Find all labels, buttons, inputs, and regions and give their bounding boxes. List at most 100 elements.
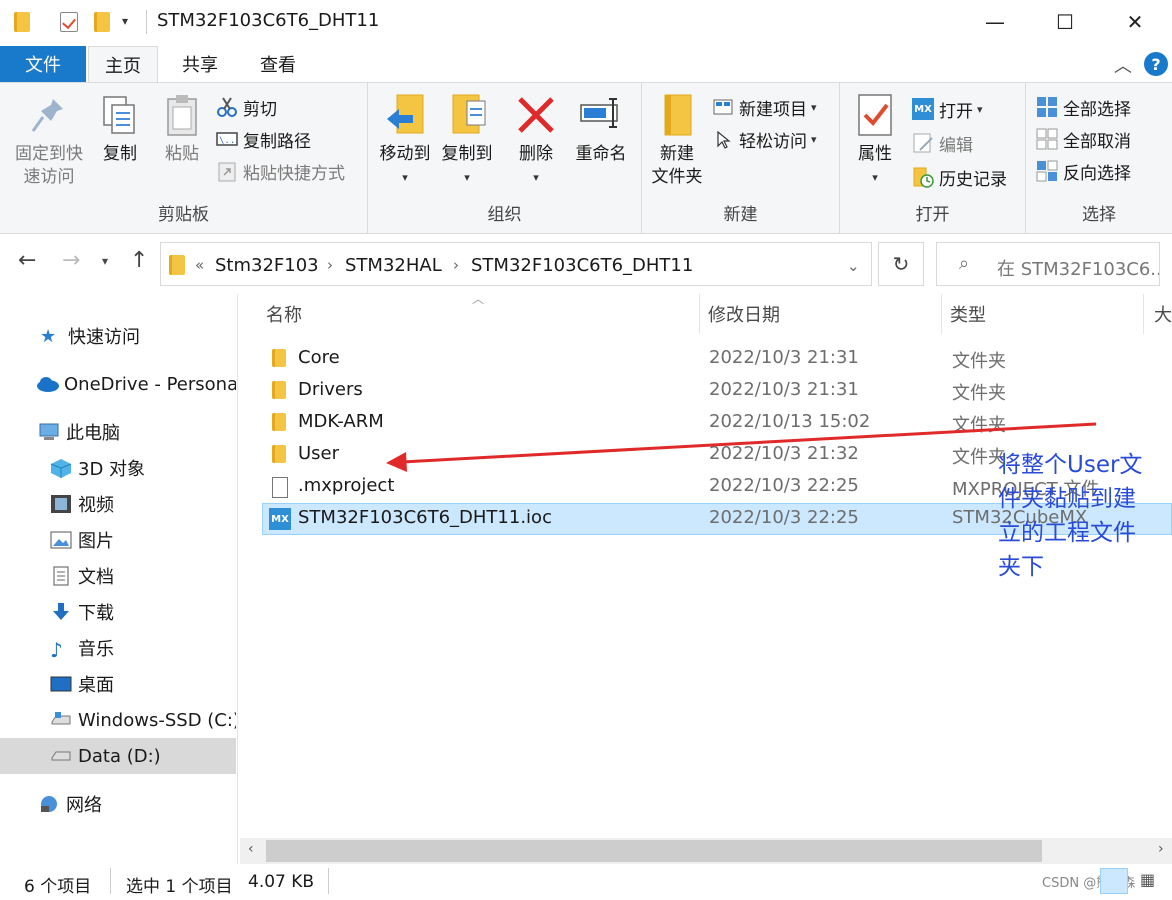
column-header-name[interactable]: 名称 (240, 294, 700, 334)
search-icon: ⌕ (959, 253, 970, 274)
minimize-button[interactable]: — (960, 0, 1030, 44)
history-button[interactable]: 历史记录 (912, 161, 1007, 193)
breadcrumb-stm32f103[interactable]: Stm32F103 (215, 255, 319, 276)
mx-icon: MX (269, 508, 291, 530)
breadcrumb-separator-icon[interactable]: › (453, 256, 459, 274)
address-dropdown-chevron-icon[interactable]: ⌄ (847, 257, 860, 275)
nav-item-data-d[interactable]: Data (D:) (0, 738, 236, 774)
nav-item-downloads[interactable]: 下载 (0, 594, 236, 630)
refresh-button[interactable]: ↻ (878, 242, 924, 286)
address-bar[interactable]: « Stm32F103 › STM32HAL › STM32F103C6T6_D… (160, 242, 872, 286)
tab-home[interactable]: 主页 (88, 46, 158, 82)
title-separator (146, 10, 147, 34)
scroll-left-arrow-icon[interactable]: ‹ (248, 841, 254, 857)
paste-shortcut-button[interactable]: 粘贴快捷方式 (216, 155, 345, 187)
folder-icon (169, 255, 185, 275)
network-icon (38, 794, 60, 814)
edit-label: 编辑 (939, 135, 973, 156)
paste-shortcut-icon (216, 160, 238, 182)
file-row-core[interactable]: Core 2022/10/3 21:31 文件夹 (262, 343, 1172, 375)
column-header-size[interactable]: 大 (1144, 294, 1172, 334)
breadcrumb-stm32hal[interactable]: STM32HAL (345, 255, 442, 276)
new-folder-quick-icon[interactable] (94, 12, 110, 32)
up-arrow-icon[interactable]: ↑ (130, 248, 148, 273)
help-icon[interactable]: ? (1144, 52, 1168, 76)
file-row-mdk-arm[interactable]: MDK-ARM 2022/10/13 15:02 文件夹 (262, 407, 1172, 439)
file-date: 2022/10/3 21:31 (709, 379, 859, 400)
nav-label: 网络 (66, 795, 102, 816)
column-header-type[interactable]: 类型 (942, 294, 1144, 334)
search-box[interactable]: ⌕ 在 STM32F103C6... (936, 242, 1160, 286)
invert-selection-label: 反向选择 (1063, 163, 1131, 184)
invert-selection-button[interactable]: 反向选择 (1036, 155, 1131, 187)
drive-icon (50, 710, 72, 730)
edit-button[interactable]: 编辑 (912, 127, 973, 159)
status-separator (110, 868, 111, 894)
back-arrow-icon[interactable]: ← (18, 248, 36, 273)
move-to-button[interactable]: 移动到 ▾ (374, 91, 436, 189)
scroll-right-arrow-icon[interactable]: › (1158, 841, 1164, 857)
collapse-ribbon-chevron-icon[interactable]: ︿ (1114, 52, 1132, 78)
properties-chevron-icon: ▾ (872, 171, 878, 184)
nav-item-music[interactable]: ♪ 音乐 (0, 630, 236, 666)
nav-label: 桌面 (78, 675, 114, 696)
scrollbar-thumb[interactable] (266, 840, 1042, 862)
rename-button[interactable]: 重命名 (568, 91, 634, 166)
maximize-button[interactable]: ☐ (1030, 0, 1100, 44)
new-folder-button[interactable]: 新建 文件夹 (648, 91, 706, 189)
pin-icon (27, 91, 71, 141)
nav-item-onedrive[interactable]: OneDrive - Personal (0, 366, 236, 402)
nav-item-quick-access[interactable]: ★ 快速访问 (0, 318, 236, 354)
select-none-icon (1036, 128, 1058, 150)
nav-item-windows-ssd[interactable]: Windows-SSD (C:) (0, 702, 236, 738)
forward-arrow-icon[interactable]: → (62, 248, 80, 273)
overflow-crumb[interactable]: « (195, 256, 204, 274)
paste-button[interactable]: 粘贴 (158, 91, 206, 166)
picture-icon (50, 530, 72, 550)
history-icon (912, 166, 934, 188)
horizontal-scrollbar[interactable]: ‹ › (240, 838, 1172, 864)
properties-button[interactable]: 属性 ▾ (848, 91, 902, 189)
tab-file[interactable]: 文件 (0, 46, 86, 82)
file-date: 2022/10/13 15:02 (709, 411, 871, 432)
pin-quick-access-button[interactable]: 固定到快 速访问 (8, 91, 90, 189)
easy-access-label: 轻松访问 (739, 131, 807, 152)
new-item-button[interactable]: 新建项目 ▾ (712, 91, 817, 123)
properties-quick-icon[interactable] (60, 12, 78, 32)
document-icon (50, 566, 72, 586)
select-none-button[interactable]: 全部取消 (1036, 123, 1131, 155)
nav-item-this-pc[interactable]: 此电脑 (0, 414, 236, 450)
new-group: 新建 文件夹 新建项目 ▾ 轻松访问 ▾ 新建 (642, 83, 840, 233)
open-label: 打开 (939, 101, 973, 122)
nav-item-3d-objects[interactable]: 3D 对象 (0, 450, 236, 486)
copy-button[interactable]: 复制 (96, 91, 144, 166)
column-header-date[interactable]: 修改日期 (700, 294, 942, 334)
tab-view[interactable]: 查看 (244, 46, 312, 82)
large-icons-view-icon[interactable]: ▦ (1140, 870, 1155, 889)
nav-label: 快速访问 (68, 327, 140, 348)
easy-access-button[interactable]: 轻松访问 ▾ (712, 123, 817, 155)
nav-item-videos[interactable]: 视频 (0, 486, 236, 522)
breadcrumb-separator-icon[interactable]: › (327, 256, 333, 274)
file-date: 2022/10/3 22:25 (709, 507, 859, 528)
copy-to-button[interactable]: 复制到 ▾ (436, 91, 498, 189)
recent-chevron-down-icon[interactable]: ▾ (102, 254, 108, 268)
select-all-button[interactable]: 全部选择 (1036, 91, 1131, 123)
customize-toolbar-chevron-icon[interactable]: ▾ (122, 14, 128, 28)
cut-button[interactable]: 剪切 (216, 91, 277, 123)
close-button[interactable]: ✕ (1100, 0, 1170, 44)
nav-item-documents[interactable]: 文档 (0, 558, 236, 594)
file-name: .mxproject (298, 475, 395, 496)
breadcrumb-current-folder[interactable]: STM32F103C6T6_DHT11 (471, 255, 693, 276)
tab-share[interactable]: 共享 (166, 46, 234, 82)
details-view-icon[interactable] (1100, 868, 1128, 894)
nav-item-network[interactable]: 网络 (0, 786, 236, 822)
file-name: User (298, 443, 340, 464)
copy-path-button[interactable]: \.. 复制路径 (216, 123, 311, 155)
nav-item-desktop[interactable]: 桌面 (0, 666, 236, 702)
file-row-drivers[interactable]: Drivers 2022/10/3 21:31 文件夹 (262, 375, 1172, 407)
copy-to-icon (445, 91, 489, 141)
open-button[interactable]: MX 打开 ▾ (912, 93, 983, 125)
nav-item-pictures[interactable]: 图片 (0, 522, 236, 558)
delete-button[interactable]: 删除 ▾ (512, 91, 560, 189)
